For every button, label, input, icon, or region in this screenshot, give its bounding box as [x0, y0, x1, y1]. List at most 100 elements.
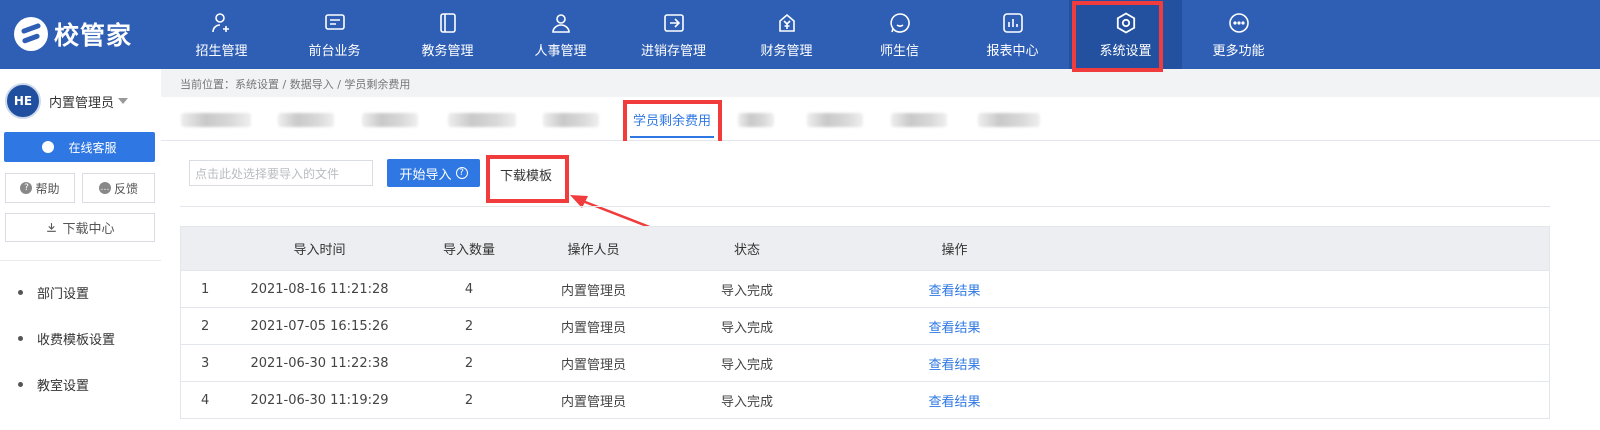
view-result-link[interactable]: 查看结果	[928, 284, 980, 299]
table-row: 4 2021-06-30 11:19:29 2 内置管理员 导入完成 查看结果	[180, 382, 1550, 419]
breadcrumb: 当前位置：系统设置 / 数据导入 / 学员剩余费用	[180, 78, 411, 91]
column-header: 状态	[733, 243, 760, 258]
nav-system-settings[interactable]: 系统设置	[1069, 0, 1182, 69]
tab-blurred[interactable]	[181, 113, 251, 127]
download-icon	[47, 223, 57, 232]
sidebar-divider	[0, 260, 161, 261]
feedback-label: 反馈	[113, 181, 138, 196]
column-header: 导入时间	[293, 243, 346, 258]
import-count: 2	[464, 392, 474, 408]
avatar: HE	[5, 83, 41, 119]
feedback-button[interactable]: … 反馈	[82, 173, 155, 203]
sidebar-item-fee-template[interactable]: 收费模板设置	[0, 315, 161, 361]
nav-inventory[interactable]: 进销存管理	[617, 0, 730, 69]
nav-frontdesk[interactable]: 前台业务	[278, 0, 391, 69]
help-label: 帮助	[35, 181, 60, 196]
start-import-button[interactable]: 开始导入 ?	[387, 159, 480, 187]
user-add-icon	[211, 12, 229, 32]
table-row: 1 2021-08-16 11:21:28 4 内置管理员 导入完成 查看结果	[180, 271, 1550, 308]
status: 导入完成	[720, 320, 773, 336]
nav-more[interactable]: 更多功能	[1182, 0, 1295, 69]
view-result-link[interactable]: 查看结果	[928, 321, 980, 336]
view-result-link[interactable]: 查看结果	[928, 395, 980, 410]
tab-blurred[interactable]	[738, 113, 774, 127]
row-index: 1	[201, 281, 210, 297]
table-row: 3 2021-06-30 11:22:38 2 内置管理员 导入完成 查看结果	[180, 345, 1550, 382]
sidebar-item-label: 收费模板设置	[37, 332, 116, 348]
settings-icon	[1116, 11, 1135, 34]
logo-icon	[14, 17, 48, 51]
tab-blurred[interactable]	[807, 113, 863, 127]
import-count: 4	[464, 281, 474, 297]
tab-blurred[interactable]	[543, 113, 599, 127]
tab-student-remaining-fees[interactable]: 学员剩余费用	[628, 103, 716, 136]
yuan-icon	[778, 13, 795, 32]
download-center-label: 下载中心	[62, 222, 115, 237]
help-button[interactable]: ? 帮助	[5, 173, 75, 203]
sidebar-item-department[interactable]: 部门设置	[0, 269, 161, 315]
monitor-icon	[324, 13, 345, 30]
nav-label: 更多功能	[1212, 43, 1265, 59]
sidebar-item-label: 教室设置	[37, 378, 90, 394]
tab-blurred[interactable]	[978, 113, 1040, 127]
inventory-icon	[663, 13, 684, 32]
sidebar-menu: 部门设置 收费模板设置 教室设置	[0, 269, 161, 407]
nav-academic[interactable]: 教务管理	[391, 0, 504, 69]
nav-reports[interactable]: 报表中心	[956, 0, 1069, 69]
tab-blurred[interactable]	[278, 113, 334, 127]
nav-finance[interactable]: 财务管理	[730, 0, 843, 69]
user-name: 内置管理员	[49, 95, 115, 111]
app-logo[interactable]: 校管家	[14, 17, 132, 51]
import-count: 2	[464, 318, 474, 334]
tab-blurred[interactable]	[448, 113, 516, 127]
feedback-icon: …	[98, 182, 111, 194]
chat-icon	[889, 12, 910, 33]
operator: 内置管理员	[560, 394, 626, 410]
content-divider	[180, 206, 1550, 207]
nav-hr[interactable]: 人事管理	[504, 0, 617, 69]
tab-blurred[interactable]	[891, 113, 947, 127]
tab-blurred[interactable]	[362, 113, 418, 127]
bar-chart-icon	[1002, 12, 1023, 33]
online-service-button[interactable]: 在线客服	[4, 132, 155, 162]
download-template-button[interactable]: 下载模板	[491, 159, 561, 190]
person-icon	[551, 13, 570, 33]
status: 导入完成	[720, 394, 773, 410]
online-service-label: 在线客服	[68, 140, 117, 155]
nav-label: 报表中心	[986, 43, 1039, 59]
nav-messages[interactable]: 师生信	[843, 0, 956, 69]
help-circle-icon[interactable]: ?	[455, 167, 468, 179]
operator: 内置管理员	[560, 357, 626, 373]
nav-label: 前台业务	[308, 43, 361, 59]
sidebar-item-classroom[interactable]: 教室设置	[0, 361, 161, 407]
nav-label: 教务管理	[421, 43, 474, 59]
status: 导入完成	[720, 283, 773, 299]
table-row: 2 2021-07-05 16:15:26 2 内置管理员 导入完成 查看结果	[180, 308, 1550, 345]
bullet-icon	[18, 335, 23, 341]
book-icon	[439, 12, 456, 33]
import-time: 2021-06-30 11:19:29	[250, 392, 389, 408]
nav-label: 进销存管理	[640, 43, 706, 59]
more-icon	[1228, 12, 1249, 33]
active-tab-indicator	[630, 136, 714, 138]
start-import-label: 开始导入	[399, 167, 452, 183]
logo-text: 校管家	[54, 21, 133, 50]
nav-label: 财务管理	[760, 43, 813, 59]
view-result-link[interactable]: 查看结果	[928, 358, 980, 373]
user-menu[interactable]: HE 内置管理员	[5, 83, 129, 119]
nav-label: 招生管理	[195, 43, 248, 59]
headset-icon	[42, 141, 55, 153]
import-time: 2021-06-30 11:22:38	[250, 355, 389, 371]
nav-label: 师生信	[879, 43, 919, 59]
status: 导入完成	[720, 357, 773, 373]
column-header: 操作人员	[567, 243, 620, 258]
tab-bar	[161, 97, 1600, 141]
download-center-button[interactable]: 下载中心	[5, 213, 155, 242]
nav-label: 系统设置	[1099, 43, 1152, 59]
top-navbar: 校管家 招生管理 前台业务 教务管理 人事管理 进销存管理 财务管理 师生信 报…	[0, 0, 1600, 69]
file-select-input[interactable]: 点击此处选择要导入的文件	[189, 160, 373, 186]
row-index: 4	[201, 392, 210, 408]
nav-label: 人事管理	[534, 43, 587, 59]
table-header: 导入时间 导入数量 操作人员 状态 操作	[180, 226, 1550, 271]
nav-enrollment[interactable]: 招生管理	[165, 0, 278, 69]
